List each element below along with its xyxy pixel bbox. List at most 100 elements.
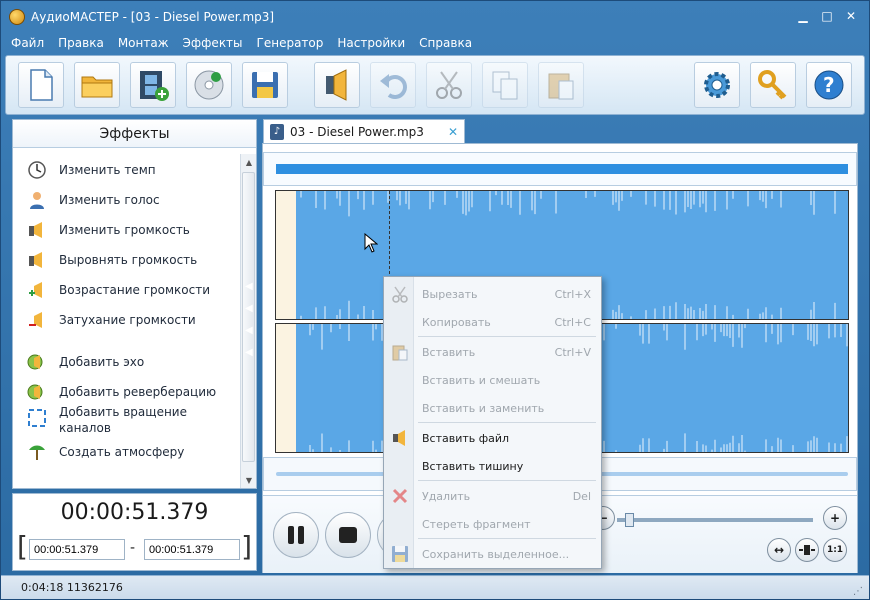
effect-change-tempo[interactable]: Изменить темп bbox=[27, 160, 156, 180]
close-icon[interactable]: ✕ bbox=[448, 125, 458, 139]
effect-rotate-channels[interactable]: Добавить вращение каналов bbox=[27, 404, 194, 436]
effect-label: Добавить эхо bbox=[59, 355, 145, 369]
cut-button[interactable] bbox=[426, 62, 472, 108]
menu-effects[interactable]: Эффекты bbox=[183, 36, 243, 50]
effect-add-echo[interactable]: Добавить эхо bbox=[27, 352, 144, 372]
effect-label: Затухание громкости bbox=[59, 313, 196, 327]
ctx-insert-silence-label: Вставить тишину bbox=[422, 459, 524, 473]
effect-fade-out[interactable]: Затухание громкости bbox=[27, 310, 196, 330]
undo-button[interactable] bbox=[370, 62, 416, 108]
ctx-copy-label: Копировать bbox=[422, 315, 491, 329]
ctx-erase-fragment[interactable]: Стереть фрагмент bbox=[384, 510, 601, 538]
film-add-icon bbox=[140, 71, 169, 101]
selection-end-field[interactable] bbox=[144, 539, 240, 560]
overview-bar bbox=[276, 164, 848, 174]
keys-button[interactable] bbox=[750, 62, 796, 108]
tab-file[interactable]: ♪ 03 - Diesel Power.mp3 ✕ bbox=[263, 119, 465, 143]
menu-help[interactable]: Справка bbox=[419, 36, 472, 50]
ctx-cut[interactable]: Вырезать Ctrl+X bbox=[384, 280, 601, 308]
chevron-left-icon[interactable]: ◀ bbox=[245, 325, 257, 347]
stop-button[interactable] bbox=[325, 512, 371, 558]
save-button[interactable] bbox=[242, 62, 288, 108]
effect-fade-in[interactable]: Возрастание громкости bbox=[27, 280, 210, 300]
effect-change-voice[interactable]: Изменить голос bbox=[27, 190, 160, 210]
selection-start-field[interactable] bbox=[29, 539, 125, 560]
current-time: 00:00:51.379 bbox=[60, 500, 209, 525]
cd-icon bbox=[194, 70, 224, 100]
fit-selection-button[interactable] bbox=[795, 538, 819, 562]
effect-change-volume[interactable]: Изменить громкость bbox=[27, 220, 190, 240]
ctx-delete[interactable]: Удалить Del bbox=[384, 482, 601, 510]
scroll-down-icon[interactable]: ▼ bbox=[241, 472, 257, 488]
volume-icon bbox=[27, 220, 47, 240]
chevron-left-icon[interactable]: ◀ bbox=[245, 347, 257, 369]
maximize-icon[interactable]: □ bbox=[817, 7, 837, 25]
menu-edit[interactable]: Правка bbox=[58, 36, 104, 50]
ctx-insert-file[interactable]: Вставить файл bbox=[384, 424, 601, 452]
zoom-slider[interactable] bbox=[617, 513, 813, 527]
help-button[interactable]: ? bbox=[806, 62, 852, 108]
ctx-save-selection[interactable]: Сохранить выделенное... bbox=[384, 540, 601, 568]
menu-file[interactable]: Файл bbox=[11, 36, 44, 50]
effect-equalize-volume[interactable]: Выровнять громкость bbox=[27, 250, 197, 270]
fade-in-icon bbox=[27, 280, 47, 300]
chevron-left-icon[interactable]: ◀ bbox=[245, 303, 257, 325]
ctx-save-selection-label: Сохранить выделенное... bbox=[422, 547, 570, 561]
menu-generator[interactable]: Генератор bbox=[257, 36, 324, 50]
overview-strip[interactable] bbox=[263, 152, 857, 186]
ctx-paste[interactable]: Вставить Ctrl+V bbox=[384, 338, 601, 366]
menu-bar: Файл Правка Монтаж Эффекты Генератор Нас… bbox=[1, 33, 869, 53]
effect-create-atmosphere[interactable]: Создать атмосферу bbox=[27, 442, 184, 462]
open-folder-button[interactable] bbox=[74, 62, 120, 108]
paste-button[interactable] bbox=[538, 62, 584, 108]
panel-collapse-arrows: ◀ ◀ ◀ ◀ bbox=[245, 281, 257, 369]
rotate-channels-icon bbox=[27, 408, 47, 428]
stop-icon bbox=[339, 527, 357, 543]
speaker-button[interactable] bbox=[314, 62, 360, 108]
scissors-icon bbox=[390, 284, 410, 304]
chevron-left-icon[interactable]: ◀ bbox=[245, 281, 257, 303]
mouse-pointer-icon bbox=[364, 233, 378, 253]
cd-button[interactable] bbox=[186, 62, 232, 108]
undo-icon bbox=[380, 74, 407, 99]
ctx-paste-mix[interactable]: Вставить и смешать bbox=[384, 366, 601, 394]
ctx-copy[interactable]: Копировать Ctrl+C bbox=[384, 308, 601, 336]
user-voice-icon bbox=[27, 190, 47, 210]
minimize-icon[interactable]: ▁ bbox=[793, 7, 813, 25]
zoom-one-to-one-button[interactable]: 1:1 bbox=[823, 538, 847, 562]
ctx-delete-shortcut: Del bbox=[572, 489, 591, 503]
ctx-paste-replace[interactable]: Вставить и заменить bbox=[384, 394, 601, 422]
ctx-paste-label: Вставить bbox=[422, 345, 476, 359]
settings-button[interactable] bbox=[694, 62, 740, 108]
svg-text:?: ? bbox=[823, 73, 835, 97]
resize-grip-icon[interactable]: ⋰ bbox=[853, 586, 863, 597]
effect-label: Изменить темп bbox=[59, 163, 156, 177]
effects-panel-title: Эффекты bbox=[13, 120, 256, 148]
ctx-separator bbox=[418, 538, 596, 539]
zoom-slider-thumb[interactable] bbox=[625, 513, 634, 527]
new-file-button[interactable] bbox=[18, 62, 64, 108]
effect-label: Изменить голос bbox=[59, 193, 160, 207]
pause-button[interactable] bbox=[273, 512, 319, 558]
status-text: 0:04:18 11362176 bbox=[21, 581, 123, 594]
scroll-up-icon[interactable]: ▲ bbox=[241, 154, 257, 170]
help-icon: ? bbox=[814, 70, 844, 100]
status-bar: 0:04:18 11362176 ⋰ bbox=[1, 575, 869, 599]
save-selection-icon bbox=[390, 544, 410, 564]
add-video-button[interactable] bbox=[130, 62, 176, 108]
copy-button[interactable] bbox=[482, 62, 528, 108]
insert-file-icon bbox=[390, 428, 410, 448]
window-controls: ▁ □ ✕ bbox=[793, 7, 861, 25]
ctx-insert-silence[interactable]: Вставить тишину bbox=[384, 452, 601, 480]
effect-add-reverb[interactable]: Добавить реверберацию bbox=[27, 382, 216, 402]
menu-montage[interactable]: Монтаж bbox=[118, 36, 169, 50]
fit-width-button[interactable]: ↔ bbox=[767, 538, 791, 562]
clock-icon bbox=[27, 160, 47, 180]
zoom-in-button[interactable]: + bbox=[823, 506, 847, 530]
menu-settings[interactable]: Настройки bbox=[337, 36, 405, 50]
effects-panel: Эффекты Изменить темп Изменить голос Изм… bbox=[12, 119, 257, 489]
close-icon[interactable]: ✕ bbox=[841, 7, 861, 25]
context-menu: Вырезать Ctrl+X Копировать Ctrl+C Встави… bbox=[383, 276, 602, 569]
scissors-icon bbox=[436, 71, 462, 99]
time-dash: - bbox=[130, 540, 136, 556]
